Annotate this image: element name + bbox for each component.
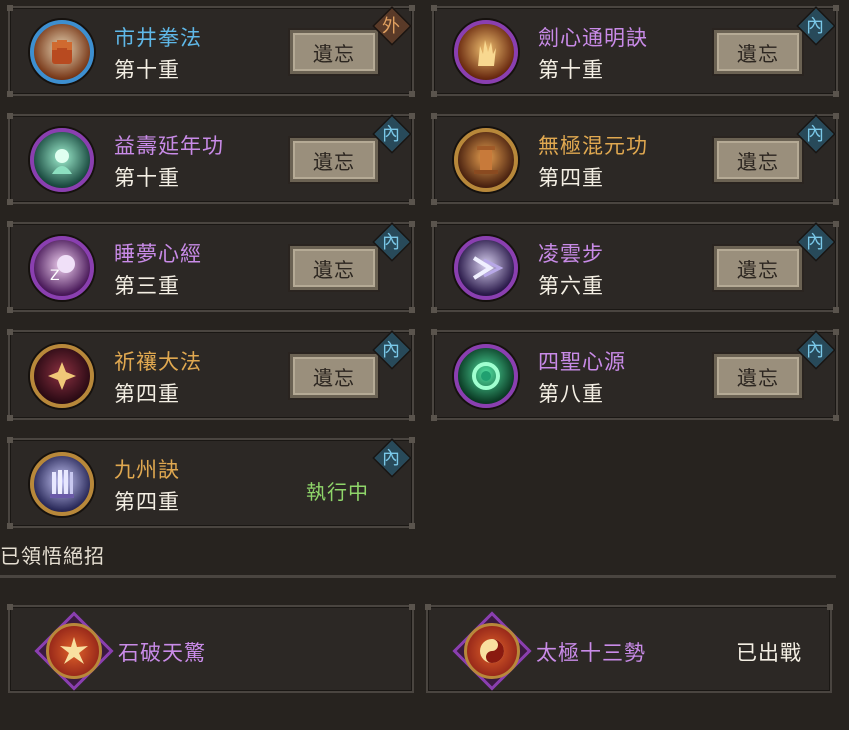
- burst-icon: [34, 611, 114, 691]
- svg-text:Z: Z: [50, 268, 60, 284]
- skill-name: 睡夢心經: [114, 242, 202, 266]
- fist-icon: [30, 20, 94, 84]
- type-badge: 內: [382, 124, 400, 145]
- type-badge: 內: [382, 448, 400, 469]
- waterfall-icon: [30, 452, 94, 516]
- type-badge: 內: [806, 124, 824, 145]
- forget-button[interactable]: 遺忘: [290, 30, 378, 74]
- skill-level: 第四重: [538, 166, 604, 190]
- skill-level: 第四重: [114, 382, 180, 406]
- skill-name: 益壽延年功: [114, 134, 224, 158]
- skill-card[interactable]: 無極混元功 第四重 遺忘 內: [431, 113, 839, 205]
- skill-card[interactable]: 益壽延年功 第十重 遺忘 內: [7, 113, 415, 205]
- skill-card[interactable]: 祈禳大法 第四重 遺忘 內: [7, 329, 415, 421]
- ultimate-name: 石破天驚: [118, 641, 206, 665]
- skill-card[interactable]: 劍心通明訣 第十重 遺忘 內: [431, 5, 839, 97]
- wind-step-icon: [454, 236, 518, 300]
- skill-level: 第十重: [538, 58, 604, 82]
- forget-button[interactable]: 遺忘: [714, 30, 802, 74]
- deployed-status: 已出戰: [736, 641, 802, 665]
- type-badge: 內: [806, 16, 824, 37]
- skill-card[interactable]: Z 睡夢心經 第三重 遺忘 內: [7, 221, 415, 313]
- skill-level: 第八重: [538, 382, 604, 406]
- skill-level: 第十重: [114, 58, 180, 82]
- forget-button[interactable]: 遺忘: [714, 354, 802, 398]
- skill-name: 無極混元功: [538, 134, 648, 158]
- forget-button[interactable]: 遺忘: [290, 246, 378, 290]
- skill-level: 第六重: [538, 274, 604, 298]
- skill-name: 四聖心源: [538, 350, 626, 374]
- divider: [0, 575, 836, 578]
- skill-card[interactable]: 凌雲步 第六重 遺忘 內: [431, 221, 839, 313]
- ultimate-card[interactable]: 太極十三勢 已出戰: [425, 604, 833, 693]
- forget-button[interactable]: 遺忘: [714, 246, 802, 290]
- taiji-icon: [452, 611, 532, 691]
- skill-level: 第四重: [114, 490, 180, 514]
- type-badge: 內: [806, 340, 824, 361]
- ultimate-card[interactable]: 石破天驚: [7, 604, 415, 693]
- skill-level: 第十重: [114, 166, 180, 190]
- pillar-icon: [454, 128, 518, 192]
- section-title: 已領悟絕招: [0, 544, 105, 568]
- skill-name: 九州訣: [114, 458, 180, 482]
- ultimate-name: 太極十三勢: [536, 641, 646, 665]
- running-status: 執行中: [306, 480, 369, 504]
- skill-name: 祈禳大法: [114, 350, 202, 374]
- sigil-icon: [30, 344, 94, 408]
- skill-level: 第三重: [114, 274, 180, 298]
- sleep-icon: Z: [30, 236, 94, 300]
- type-badge: 內: [382, 232, 400, 253]
- type-badge: 內: [382, 340, 400, 361]
- skill-name: 劍心通明訣: [538, 26, 648, 50]
- vortex-icon: [454, 344, 518, 408]
- forget-button[interactable]: 遺忘: [714, 138, 802, 182]
- type-badge: 外: [382, 16, 400, 37]
- type-badge: 內: [806, 232, 824, 253]
- skill-card[interactable]: 九州訣 第四重 執行中 內: [7, 437, 415, 529]
- skill-name: 凌雲步: [538, 242, 604, 266]
- forget-button[interactable]: 遺忘: [290, 138, 378, 182]
- skill-name: 市井拳法: [114, 26, 202, 50]
- flame-hand-icon: [454, 20, 518, 84]
- spirit-icon: [30, 128, 94, 192]
- skill-card[interactable]: 四聖心源 第八重 遺忘 內: [431, 329, 839, 421]
- skill-card[interactable]: 市井拳法 第十重 遺忘 外: [7, 5, 415, 97]
- forget-button[interactable]: 遺忘: [290, 354, 378, 398]
